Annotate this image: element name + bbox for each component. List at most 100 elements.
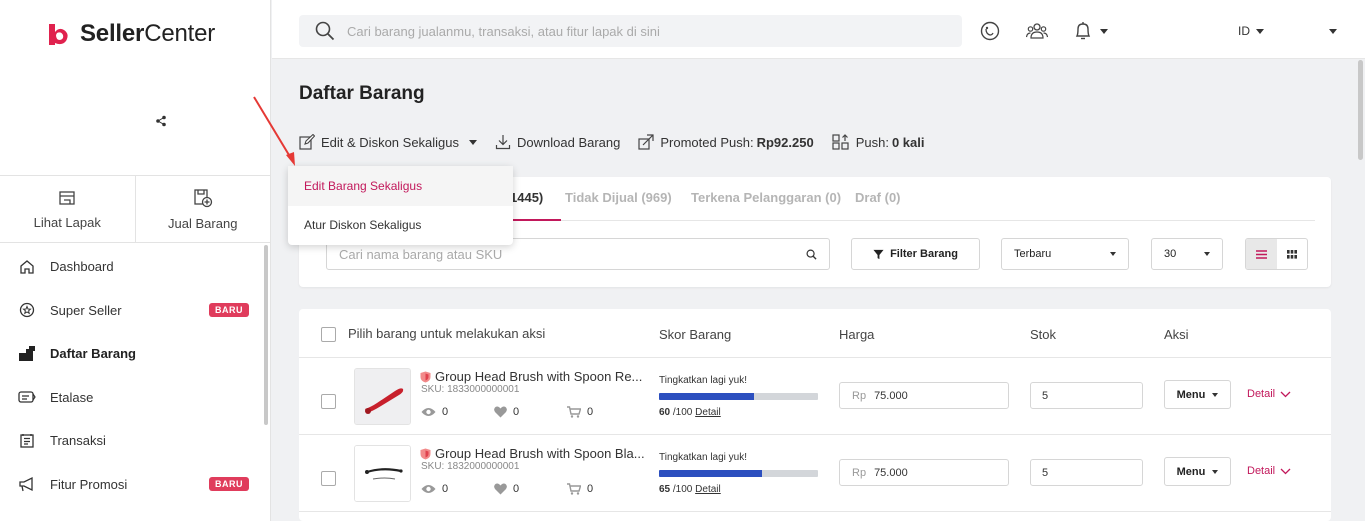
row-detail-toggle[interactable]: Detail [1247, 388, 1291, 400]
likes-count: 0 [513, 483, 520, 495]
chevron-down-icon [1280, 391, 1291, 397]
product-thumbnail[interactable] [354, 445, 411, 502]
menu-label: Menu [1176, 465, 1206, 478]
chevron-down-icon [1212, 469, 1219, 474]
product-stats: 0 0 0 [421, 483, 640, 495]
push-icon [832, 134, 849, 150]
add-product-icon [194, 188, 212, 207]
promoted-push-info[interactable]: Promoted Push: Rp92.250 [638, 134, 814, 150]
seller-center-logo[interactable]: SellerCenter [46, 20, 215, 48]
chevron-down-icon [1256, 28, 1264, 34]
jual-barang-label: Jual Barang [168, 215, 238, 231]
promoted-push-icon [638, 134, 654, 150]
push-label: Push: [855, 134, 889, 150]
score-progress-fill [659, 393, 755, 400]
push-info[interactable]: Push: 0 kali [832, 134, 925, 150]
price-field[interactable]: Rp 75.000 [839, 459, 1009, 486]
bulk-edit-discount-button[interactable]: Edit & Diskon Sekaligus [299, 134, 478, 150]
stock-field[interactable]: 5 [1030, 459, 1143, 486]
sort-value: Terbaru [1014, 248, 1052, 260]
sidebar-scrollbar[interactable] [264, 245, 268, 425]
edit-icon [299, 134, 315, 150]
download-products-button[interactable]: Download Barang [495, 134, 620, 150]
product-name[interactable]: Group Head Brush with Spoon Re... [420, 369, 642, 384]
sidebar-item-daftar-barang[interactable]: Daftar Barang [0, 332, 270, 376]
product-thumbnail[interactable] [354, 368, 411, 425]
select-all-checkbox[interactable] [321, 327, 336, 342]
product-name-text: Group Head Brush with Spoon Bla... [435, 446, 645, 461]
score-progress [659, 470, 818, 477]
user-menu-chevron-icon[interactable] [1329, 29, 1337, 34]
red-brush-image [355, 369, 410, 424]
sidebar-item-fitur-promosi[interactable]: Fitur Promosi BARU [0, 463, 270, 507]
sidebar-item-transaksi[interactable]: Transaksi [0, 419, 270, 463]
edit-barang-sekaligus-option[interactable]: Edit Barang Sekaligus [288, 166, 513, 206]
page-scrollbar[interactable] [1358, 60, 1363, 160]
search-icon [315, 21, 335, 41]
global-search-input[interactable] [347, 23, 947, 39]
chevron-down-icon [469, 139, 478, 145]
row-menu-button[interactable]: Menu [1164, 380, 1231, 409]
jual-barang-button[interactable]: Jual Barang [134, 176, 271, 242]
search-icon[interactable] [806, 249, 817, 260]
lihat-lapak-button[interactable]: Lihat Lapak [0, 176, 135, 242]
row-checkbox[interactable] [321, 471, 336, 486]
cart-icon [567, 483, 581, 495]
community-icon[interactable] [1026, 20, 1048, 42]
tab-terkena-pelanggaran[interactable]: Terkena Pelanggaran (0) [691, 190, 841, 205]
promoted-push-value: Rp92.250 [756, 134, 814, 150]
chevron-down-icon [1100, 28, 1108, 34]
promoted-push-label: Promoted Push: [660, 134, 754, 150]
list-view-icon[interactable] [1246, 239, 1277, 269]
stock-field[interactable]: 5 [1030, 382, 1143, 409]
language-select[interactable]: ID [1238, 24, 1264, 38]
sidebar-item-dashboard[interactable]: Dashboard [0, 245, 270, 289]
tab-tidak-dijual[interactable]: Tidak Dijual (969) [565, 190, 672, 205]
filter-button[interactable]: Filter Barang [851, 238, 980, 270]
header-price: Harga [839, 327, 875, 342]
product-search-input[interactable] [339, 246, 779, 262]
eye-icon [421, 408, 436, 416]
atur-diskon-sekaligus-option[interactable]: Atur Diskon Sekaligus [288, 206, 513, 246]
grid-view-icon[interactable] [1277, 239, 1308, 269]
price-prefix: Rp [852, 466, 867, 479]
row-checkbox[interactable] [321, 394, 336, 409]
bell-icon [1075, 22, 1091, 40]
score-progress-fill [659, 470, 763, 477]
sidebar-item-super-seller[interactable]: Super Seller BARU [0, 289, 270, 333]
sort-select[interactable]: Terbaru [1001, 238, 1129, 270]
price-field[interactable]: Rp 75.000 [839, 382, 1009, 409]
topbar: ID [272, 0, 1365, 160]
score-detail-link[interactable]: Detail [695, 407, 721, 418]
score-max: /100 [672, 484, 693, 495]
per-page-select[interactable]: 30 [1151, 238, 1223, 270]
notification-menu[interactable] [1074, 20, 1114, 42]
product-name[interactable]: Group Head Brush with Spoon Bla... [420, 446, 645, 461]
price-value: 75.000 [874, 466, 908, 479]
score-number: 65 [659, 484, 671, 495]
logo-text-rest: Center [144, 20, 216, 47]
sidebar-item-label: Super Seller [50, 302, 122, 318]
help-icon[interactable] [979, 20, 1001, 42]
score-hint: Tingkatkan lagi yuk! [659, 452, 748, 463]
push-value: 0 kali [891, 134, 925, 150]
per-page-value: 30 [1164, 248, 1177, 260]
views-count: 0 [442, 483, 449, 495]
score-value: 65 /100 Detail [659, 484, 721, 495]
tab-draf[interactable]: Draf (0) [855, 190, 901, 205]
download-label: Download Barang [517, 134, 621, 150]
new-badge: BARU [209, 303, 249, 318]
product-sku: SKU: 1833000000001 [421, 384, 520, 395]
share-icon[interactable] [150, 110, 172, 132]
price-prefix: Rp [852, 389, 867, 402]
sidebar-item-etalase[interactable]: Etalase [0, 376, 270, 420]
tab-aktif[interactable]: 1445) [510, 190, 543, 205]
sidebar-item-label: Transaksi [50, 433, 106, 449]
megaphone-icon [18, 475, 36, 493]
row-menu-button[interactable]: Menu [1164, 457, 1231, 486]
score-detail-link[interactable]: Detail [695, 484, 721, 495]
table-row: Group Head Brush with Spoon Bla... SKU: … [299, 435, 1331, 512]
row-detail-toggle[interactable]: Detail [1247, 465, 1291, 477]
bulk-edit-label: Edit & Diskon Sekaligus [321, 134, 460, 150]
sidebar: SellerCenter Lihat Lapak Jual Barang Das… [0, 0, 271, 521]
